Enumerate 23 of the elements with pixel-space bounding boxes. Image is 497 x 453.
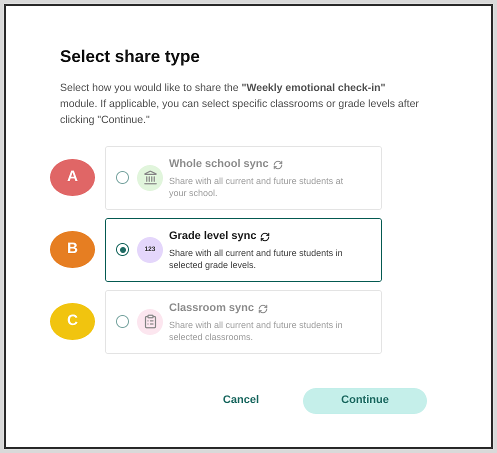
sync-icon (260, 232, 270, 242)
sync-icon (258, 304, 268, 314)
radio-button[interactable] (116, 243, 129, 256)
option-title: Classroom sync (169, 301, 254, 316)
option-description: Share with all current and future students at your school. (169, 174, 344, 199)
sync-icon (272, 160, 283, 170)
option-description: Share with all current and future students in selected grade levels. (169, 246, 344, 271)
building-icon (142, 170, 158, 185)
option-title: Grade level sync (169, 229, 256, 244)
share-option-card[interactable]: Whole school sync Share with all current and future students at your school. (105, 146, 382, 210)
dialog-title: Select share type (60, 46, 201, 68)
clipboard-icon (142, 314, 158, 329)
share-option-card[interactable]: Classroom sync Share with all current and future students in selected classrooms. (105, 290, 382, 354)
option-title: Whole school sync (169, 157, 269, 172)
dialog-description: Select how you would like to share the "Weekly emotional check-in" module. If applicable, you can select specific classrooms or grade levels after clicking "Continue." (60, 80, 420, 128)
option-marker: B (50, 231, 95, 268)
option-marker: A (50, 159, 95, 196)
cancel-button[interactable]: Cancel (222, 392, 259, 409)
continue-button[interactable]: Continue (303, 388, 427, 414)
radio-button[interactable] (116, 171, 129, 184)
option-description: Share with all current and future students in selected classrooms. (169, 318, 344, 343)
option-marker: C (50, 303, 95, 340)
radio-button[interactable] (116, 315, 129, 328)
